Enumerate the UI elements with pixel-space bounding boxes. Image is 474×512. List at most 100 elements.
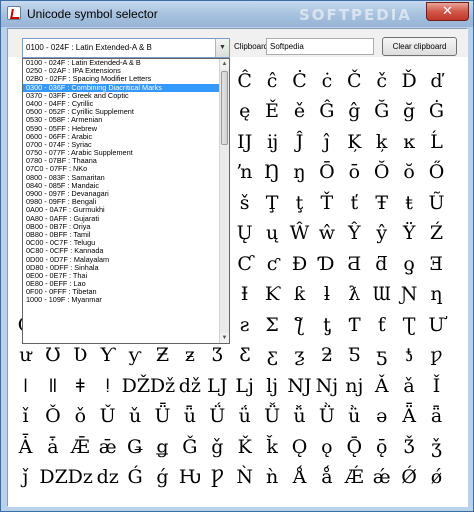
symbol-cell[interactable]: Ÿ: [396, 220, 423, 247]
symbol-cell[interactable]: Ǽ: [341, 464, 368, 491]
symbol-cell[interactable]: ƴ: [122, 342, 149, 369]
symbol-cell[interactable]: ǎ: [396, 373, 423, 400]
symbol-cell[interactable]: Ų: [231, 220, 258, 247]
dropdown-option[interactable]: 0B00 - 0B7F : Oriya: [23, 223, 229, 231]
dropdown-option[interactable]: 0A80 - 0AFF : Gujarati: [23, 215, 229, 223]
symbol-cell[interactable]: Ǚ: [259, 403, 286, 430]
symbol-cell[interactable]: Ŧ: [368, 190, 395, 217]
symbol-cell[interactable]: ǅ: [149, 373, 176, 400]
symbol-cell[interactable]: Ǻ: [286, 464, 313, 491]
dropdown-option[interactable]: 0A00 - 0A7F : Gurmukhi: [23, 206, 229, 214]
symbol-cell[interactable]: Ʈ: [396, 312, 423, 339]
dropdown-option[interactable]: 0C80 - 0CFF : Kannada: [23, 247, 229, 255]
symbol-cell[interactable]: ŵ: [313, 220, 340, 247]
symbol-cell[interactable]: ǀ: [12, 373, 39, 400]
symbol-cell[interactable]: ǋ: [313, 373, 340, 400]
symbol-cell[interactable]: Ʊ: [39, 342, 66, 369]
symbol-cell[interactable]: ǘ: [231, 403, 258, 430]
dropdown-option[interactable]: 0100 - 024F : Latin Extended-A & B: [23, 59, 229, 67]
symbol-cell[interactable]: ǒ: [67, 403, 94, 430]
symbol-cell[interactable]: ǰ: [12, 464, 39, 491]
symbol-cell[interactable]: ĸ: [396, 129, 423, 156]
symbol-cell[interactable]: ǫ: [313, 434, 340, 461]
symbol-cell[interactable]: ƛ: [341, 281, 368, 308]
symbol-cell[interactable]: Ǵ: [122, 464, 149, 491]
dropdown-option[interactable]: 07C0 - 07FF : NKo: [23, 165, 229, 173]
dropdown-option[interactable]: 0C00 - 0C7F : Telugu: [23, 239, 229, 247]
symbol-cell[interactable]: ƿ: [423, 342, 450, 369]
chevron-down-icon[interactable]: ▼: [215, 39, 229, 57]
symbol-cell[interactable]: ǽ: [368, 464, 395, 491]
symbol-cell[interactable]: Ď: [396, 68, 423, 95]
dropdown-option[interactable]: 0D00 - 0D7F : Malayalam: [23, 256, 229, 264]
dropdown-option[interactable]: 0900 - 097F : Devanagari: [23, 190, 229, 198]
symbol-cell[interactable]: Ź: [423, 220, 450, 247]
symbol-cell[interactable]: Ɯ: [368, 281, 395, 308]
symbol-cell[interactable]: Ǌ: [286, 373, 313, 400]
symbol-cell[interactable]: ǚ: [286, 403, 313, 430]
symbol-cell[interactable]: Ǎ: [368, 373, 395, 400]
symbol-cell[interactable]: ƺ: [286, 342, 313, 369]
symbol-cell[interactable]: Č: [341, 68, 368, 95]
symbol-cell[interactable]: ǟ: [423, 403, 450, 430]
symbol-cell[interactable]: Ư: [423, 312, 450, 339]
symbol-cell[interactable]: Ʃ: [259, 312, 286, 339]
dropdown-option[interactable]: 0B80 - 0BFF : Tamil: [23, 231, 229, 239]
symbol-cell[interactable]: Ǜ: [313, 403, 340, 430]
symbol-cell[interactable]: Ǆ: [122, 373, 150, 400]
symbol-cell[interactable]: Ƕ: [176, 464, 203, 491]
symbol-cell[interactable]: ƍ: [396, 251, 423, 278]
symbol-cell[interactable]: ǝ: [368, 403, 395, 430]
dropdown-option[interactable]: 0500 - 052F : Cyrillic Supplement: [23, 108, 229, 116]
symbol-cell[interactable]: Ũ: [423, 190, 450, 217]
symbol-cell[interactable]: ğ: [396, 98, 423, 125]
symbol-cell[interactable]: Ɗ: [313, 251, 340, 278]
symbol-cell[interactable]: Ǐ: [423, 373, 450, 400]
symbol-cell[interactable]: ŧ: [396, 190, 423, 217]
symbol-cell[interactable]: Ƭ: [341, 312, 368, 339]
symbol-cell[interactable]: ť: [341, 190, 368, 217]
symbol-cell[interactable]: ō: [341, 159, 368, 186]
symbol-cell[interactable]: ƨ: [231, 312, 258, 339]
symbol-cell[interactable]: ƙ: [286, 281, 313, 308]
symbol-cell[interactable]: ƶ: [176, 342, 203, 369]
symbol-cell[interactable]: Ŋ: [259, 159, 286, 186]
symbol-cell[interactable]: ŉ: [231, 159, 258, 186]
dropdown-option[interactable]: 0750 - 077F : Arabic Supplement: [23, 149, 229, 157]
symbol-cell[interactable]: Ǯ: [396, 434, 423, 461]
symbol-cell[interactable]: ŷ: [368, 220, 395, 247]
dropdown-option[interactable]: 0300 - 036F : Combining Diacritical Mark…: [23, 83, 229, 92]
dropdown-option[interactable]: 1000 - 109F : Myanmar: [23, 296, 229, 304]
dropdown-option[interactable]: 0250 - 02AF : IPA Extensions: [23, 67, 229, 75]
symbol-cell[interactable]: ǹ: [259, 464, 286, 491]
dropdown-option[interactable]: 0E80 - 0EFF : Lao: [23, 280, 229, 288]
symbol-cell[interactable]: Ĝ: [313, 98, 340, 125]
symbol-cell[interactable]: Ǭ: [341, 434, 368, 461]
symbol-cell[interactable]: ě: [286, 98, 313, 125]
symbol-cell[interactable]: ę: [231, 98, 258, 125]
symbol-cell[interactable]: ķ: [368, 129, 395, 156]
symbol-cell[interactable]: Ő: [423, 159, 450, 186]
symbol-cell[interactable]: Ɲ: [396, 281, 423, 308]
symbol-cell[interactable]: ǿ: [423, 464, 450, 491]
symbol-cell[interactable]: č: [368, 68, 395, 95]
symbol-cell[interactable]: ǥ: [149, 434, 176, 461]
symbol-cell[interactable]: ƾ: [396, 342, 423, 369]
symbol-cell[interactable]: ǡ: [39, 434, 66, 461]
symbol-cell[interactable]: ċ: [313, 68, 340, 95]
dropdown-scrollbar[interactable]: ▲ ▼: [219, 59, 229, 343]
dropdown-option[interactable]: 0700 - 074F : Syriac: [23, 141, 229, 149]
symbol-cell[interactable]: ǁ: [39, 373, 66, 400]
dropdown-option[interactable]: 0800 - 083F : Samaritan: [23, 174, 229, 182]
symbol-cell[interactable]: Ŷ: [341, 220, 368, 247]
symbol-cell[interactable]: Ť: [313, 190, 340, 217]
unicode-block-dropdown[interactable]: 0100 - 024F : Latin Extended-A & B 0250 -…: [22, 58, 230, 344]
symbol-cell[interactable]: Ƹ: [231, 342, 258, 369]
symbol-cell[interactable]: Ʒ: [204, 342, 231, 369]
symbol-cell[interactable]: ǖ: [176, 403, 203, 430]
clear-clipboard-button[interactable]: Clear clipboard: [382, 37, 457, 56]
symbol-cell[interactable]: Ƶ: [149, 342, 176, 369]
symbol-cell[interactable]: Ǡ: [12, 434, 39, 461]
dropdown-option[interactable]: 0E00 - 0E7F : Thai: [23, 272, 229, 280]
dropdown-option[interactable]: 0400 - 04FF : Cyrillic: [23, 100, 229, 108]
